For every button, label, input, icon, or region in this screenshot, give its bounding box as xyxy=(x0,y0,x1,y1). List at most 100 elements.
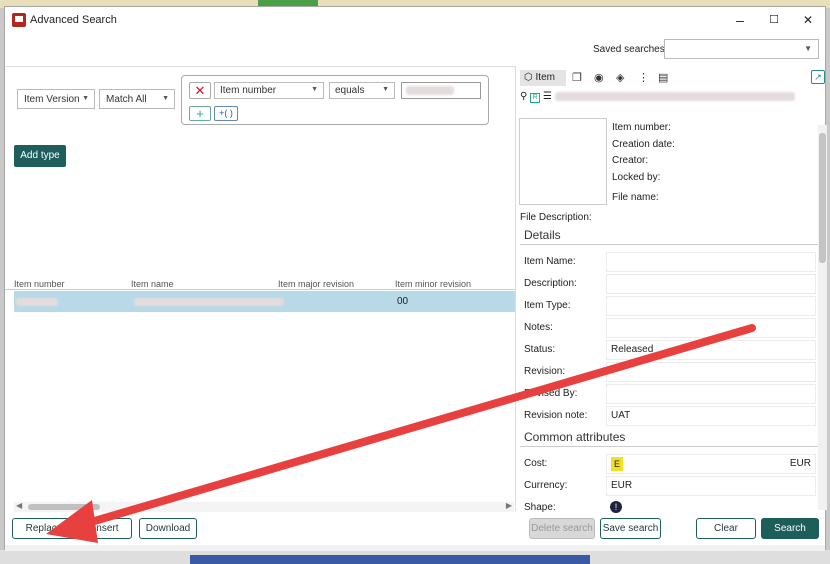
meta-item-number: Item number: xyxy=(612,122,671,133)
maximize-button[interactable]: ☐ xyxy=(757,10,791,30)
field-value[interactable] xyxy=(606,318,816,338)
tree-icon[interactable]: ⋮ xyxy=(638,71,649,84)
detail-row: Status: Released xyxy=(524,340,816,360)
field-label: Revision note: xyxy=(524,410,588,421)
field-label: Description: xyxy=(524,278,577,289)
minimize-button[interactable]: – xyxy=(723,10,757,30)
tab-item[interactable]: ⬡ Item xyxy=(520,70,566,86)
field-value[interactable] xyxy=(606,252,816,272)
section-divider xyxy=(520,244,820,245)
column-header[interactable]: Item minor revision xyxy=(395,279,471,289)
edit-note-icon[interactable]: E xyxy=(611,457,623,471)
add-group-button[interactable]: +( ) xyxy=(214,106,238,121)
meta-locked-by: Locked by: xyxy=(612,172,661,183)
chevron-down-icon: ▼ xyxy=(382,86,389,93)
detail-row: Currency: EUR xyxy=(524,476,816,496)
remove-criterion-button[interactable]: ✕ xyxy=(189,82,211,99)
criterion-operator-select[interactable]: equals ▼ xyxy=(329,82,395,99)
field-value[interactable] xyxy=(606,296,816,316)
meta-file-name: File name: xyxy=(612,192,659,203)
redacted-item-title xyxy=(554,91,795,101)
field-label: Revision: xyxy=(524,366,566,377)
clear-button[interactable]: Clear xyxy=(696,518,756,539)
document-icon[interactable]: ▤ xyxy=(658,71,668,84)
redacted-item-number xyxy=(16,298,58,306)
item-thumbnail xyxy=(519,118,607,205)
chevron-down-icon: ▼ xyxy=(162,95,169,102)
criterion-field-value: Item number xyxy=(220,85,277,96)
common-attributes-title: Common attributes xyxy=(524,430,626,444)
detail-row: Cost: E EUR xyxy=(524,454,816,474)
column-header[interactable]: Item major revision xyxy=(278,279,354,289)
add-criterion-button[interactable]: + xyxy=(189,106,211,121)
field-label: Revised By: xyxy=(524,388,578,399)
field-value[interactable] xyxy=(606,384,816,404)
details-section-title: Details xyxy=(524,228,561,242)
saved-searches-select[interactable]: ▼ xyxy=(664,39,819,59)
field-label: Item Name: xyxy=(524,256,576,267)
column-header[interactable]: Item name xyxy=(131,279,174,289)
open-external-icon[interactable]: ↗ xyxy=(811,70,825,84)
item-detail-panel: ⬡ Item ❐ ◉ ◈ ⋮ ▤ ↗ ⚲ R ☰ Item number: Cr… xyxy=(515,66,827,513)
field-label: Shape: xyxy=(524,502,556,513)
add-type-button[interactable]: Add type xyxy=(14,145,66,167)
scroll-right-icon[interactable]: ▶ xyxy=(506,501,512,510)
table-row[interactable]: 00 xyxy=(14,291,515,312)
scroll-thumb[interactable] xyxy=(28,504,100,510)
copy-icon[interactable]: ❐ xyxy=(572,71,582,84)
match-select[interactable]: Match All ▼ xyxy=(99,89,175,109)
scroll-left-icon[interactable]: ◀ xyxy=(16,501,22,510)
scroll-thumb[interactable] xyxy=(819,133,826,263)
save-search-button[interactable]: Save search xyxy=(600,518,661,539)
field-value[interactable]: UAT xyxy=(606,406,816,426)
item-version-select[interactable]: Item Version ▼ xyxy=(17,89,95,109)
detail-row: Revision: xyxy=(524,362,816,382)
close-button[interactable]: ✕ xyxy=(791,10,825,30)
vertical-scrollbar[interactable] xyxy=(818,125,827,510)
structure-icon: ⚲ xyxy=(520,91,528,102)
saved-searches-label: Saved searches xyxy=(593,44,665,55)
criteria-group: ✕ Item number ▼ equals ▼ + +( ) xyxy=(181,75,489,125)
layers-icon[interactable]: ◈ xyxy=(616,71,624,84)
field-value[interactable]: ! xyxy=(606,498,816,518)
minor-revision-cell: 00 xyxy=(397,296,409,307)
title-bar: Advanced Search – ☐ ✕ xyxy=(5,7,825,33)
background-taskbar-shape xyxy=(190,555,590,564)
field-label: Notes: xyxy=(524,322,553,333)
field-label: Status: xyxy=(524,344,556,355)
criterion-value-input[interactable] xyxy=(401,82,481,99)
eye-icon[interactable]: ◉ xyxy=(594,71,604,84)
delete-search-button[interactable]: Delete search xyxy=(529,518,595,539)
field-value[interactable]: EUR xyxy=(606,476,816,496)
detail-row: Item Name: xyxy=(524,252,816,272)
replace-button[interactable]: Replace xyxy=(12,518,76,539)
table-header-divider xyxy=(5,289,515,290)
redacted-item-name xyxy=(134,298,284,306)
file-description-label: File Description: xyxy=(520,212,592,223)
match-value: Match All xyxy=(106,94,147,105)
list-icon: ☰ xyxy=(542,91,552,102)
status-bar xyxy=(5,545,825,551)
search-button[interactable]: Search xyxy=(761,518,819,539)
chevron-down-icon: ▼ xyxy=(804,44,812,53)
criterion-field-select[interactable]: Item number ▼ xyxy=(214,82,324,99)
detail-row: Description: xyxy=(524,274,816,294)
field-value[interactable]: E EUR xyxy=(606,454,816,474)
column-header[interactable]: Item number xyxy=(14,279,65,289)
download-button[interactable]: Download xyxy=(139,518,197,539)
field-value[interactable] xyxy=(606,274,816,294)
cube-icon: ⬡ xyxy=(524,72,533,83)
criterion-operator-value: equals xyxy=(335,85,365,96)
field-value[interactable]: Released xyxy=(606,340,816,360)
section-divider xyxy=(520,446,820,447)
detail-row: Item Type: xyxy=(524,296,816,316)
field-value[interactable] xyxy=(606,362,816,382)
window-title: Advanced Search xyxy=(30,14,117,26)
horizontal-scrollbar[interactable]: ◀ ▶ xyxy=(14,501,514,512)
detail-row: Notes: xyxy=(524,318,816,338)
field-label: Item Type: xyxy=(524,300,571,311)
item-summary-line: ⚲ R ☰ xyxy=(520,91,795,103)
insert-button[interactable]: Insert xyxy=(80,518,132,539)
chevron-down-icon: ▼ xyxy=(311,86,318,93)
released-badge-icon: R xyxy=(530,93,541,103)
